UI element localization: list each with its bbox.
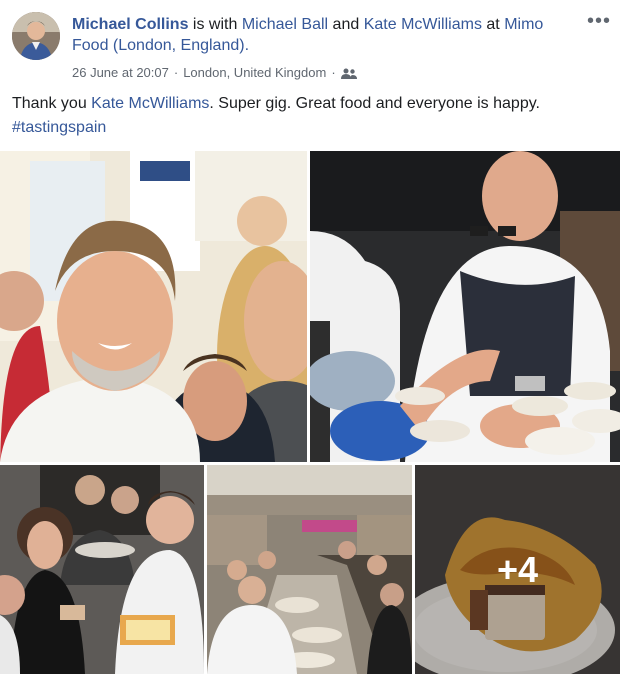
is-with-text: is with bbox=[192, 16, 238, 33]
guests-tasting-photo[interactable] bbox=[0, 465, 204, 674]
meta-separator: · bbox=[173, 65, 179, 80]
event-hall-photo[interactable] bbox=[207, 465, 412, 674]
food-closeup-photo[interactable]: +4 bbox=[415, 465, 620, 674]
more-photos-overlay[interactable]: +4 bbox=[415, 465, 620, 674]
mention-link[interactable]: Kate McWilliams bbox=[91, 95, 209, 112]
post-header: Michael Collins is with Michael Ball and… bbox=[72, 14, 562, 56]
at-text: at bbox=[486, 16, 500, 33]
post-location[interactable]: London, United Kingdom bbox=[183, 64, 326, 82]
tagged-friend-link-2[interactable]: Kate McWilliams bbox=[364, 16, 482, 33]
and-text: and bbox=[332, 16, 360, 33]
post-timestamp[interactable]: 26 June at 20:07 bbox=[72, 64, 169, 82]
message-suffix: . Super gig. Great food and everyone is … bbox=[209, 95, 540, 112]
hashtag-link[interactable]: #tastingspain bbox=[12, 119, 106, 136]
post-meta: 26 June at 20:07 · London, United Kingdo… bbox=[72, 64, 357, 82]
message-prefix: Thank you bbox=[12, 95, 92, 112]
post-message: Thank you Kate McWilliams. Super gig. Gr… bbox=[12, 92, 612, 140]
meta-separator-2: · bbox=[331, 65, 336, 80]
more-photos-count: +4 bbox=[496, 548, 539, 590]
author-name-link[interactable]: Michael Collins bbox=[72, 16, 188, 33]
ellipsis-icon[interactable]: ••• bbox=[586, 11, 612, 34]
selfie-photo[interactable] bbox=[0, 151, 307, 462]
chef-plating-photo[interactable] bbox=[310, 151, 620, 462]
facebook-post: Michael Collins is with Michael Ball and… bbox=[0, 0, 620, 674]
tagged-friend-link-1[interactable]: Michael Ball bbox=[242, 16, 328, 33]
author-avatar[interactable] bbox=[12, 12, 60, 60]
friends-icon[interactable] bbox=[340, 67, 357, 79]
